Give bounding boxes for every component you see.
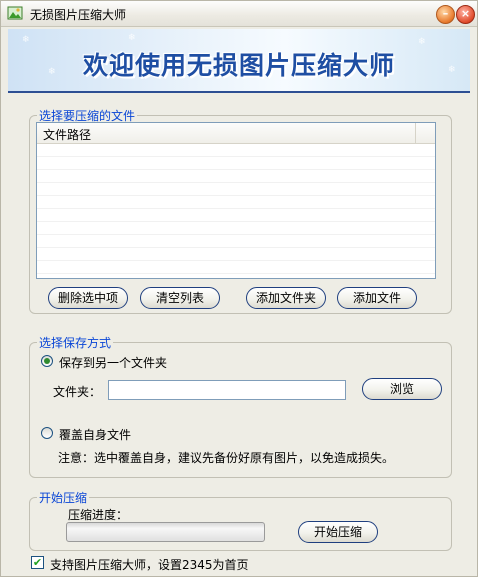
compress-group-legend: 开始压缩 xyxy=(39,491,88,505)
progress-label: 压缩进度： xyxy=(68,508,129,522)
app-window: 无损图片压缩大师 – × ❄ ❄ ❄ ❄ ❄ ❄ 欢迎使用无损图片压缩大师 选择… xyxy=(0,0,478,577)
save-to-folder-label[interactable]: 保存到另一个文件夹 xyxy=(59,354,167,371)
snowflake-icon: ❄ xyxy=(22,35,30,45)
support-label[interactable]: 支持图片压缩大师，设置2345为首页 xyxy=(50,556,249,573)
overwrite-note: 注意：选中覆盖自身，建议先备份好原有图片，以免造成损失。 xyxy=(58,451,395,465)
add-folder-button[interactable]: 添加文件夹 xyxy=(246,287,326,309)
save-to-folder-radio[interactable] xyxy=(41,355,53,367)
support-checkbox[interactable]: ✔ xyxy=(31,556,44,569)
browse-button[interactable]: 浏览 xyxy=(362,378,442,400)
window-title: 无损图片压缩大师 xyxy=(30,8,127,22)
minimize-button[interactable]: – xyxy=(436,5,455,24)
column-header-file-path[interactable]: 文件路径 xyxy=(43,126,91,143)
file-list-header: 文件路径 xyxy=(37,123,435,144)
app-icon xyxy=(7,6,23,20)
overwrite-radio[interactable] xyxy=(41,427,53,439)
close-icon: × xyxy=(460,7,471,20)
column-divider[interactable] xyxy=(415,123,416,143)
minimize-icon: – xyxy=(442,7,449,20)
banner-title: 欢迎使用无损图片压缩大师 xyxy=(82,51,395,80)
title-bar[interactable]: 无损图片压缩大师 – × xyxy=(1,1,477,27)
overwrite-label[interactable]: 覆盖自身文件 xyxy=(59,426,131,443)
file-list-rows[interactable] xyxy=(37,144,435,278)
save-method-legend: 选择保存方式 xyxy=(39,336,112,350)
welcome-banner: ❄ ❄ ❄ ❄ ❄ ❄ 欢迎使用无损图片压缩大师 xyxy=(8,29,470,93)
start-compress-button[interactable]: 开始压缩 xyxy=(298,521,378,543)
file-list[interactable]: 文件路径 xyxy=(36,122,436,279)
close-button[interactable]: × xyxy=(456,5,475,24)
folder-path-input[interactable] xyxy=(108,380,346,400)
compress-progress-bar xyxy=(66,522,265,542)
snowflake-icon: ❄ xyxy=(128,33,136,43)
clear-list-button[interactable]: 清空列表 xyxy=(140,287,220,309)
add-file-button[interactable]: 添加文件 xyxy=(337,287,417,309)
remove-selected-button[interactable]: 删除选中项 xyxy=(48,287,128,309)
folder-label: 文件夹： xyxy=(53,385,102,399)
